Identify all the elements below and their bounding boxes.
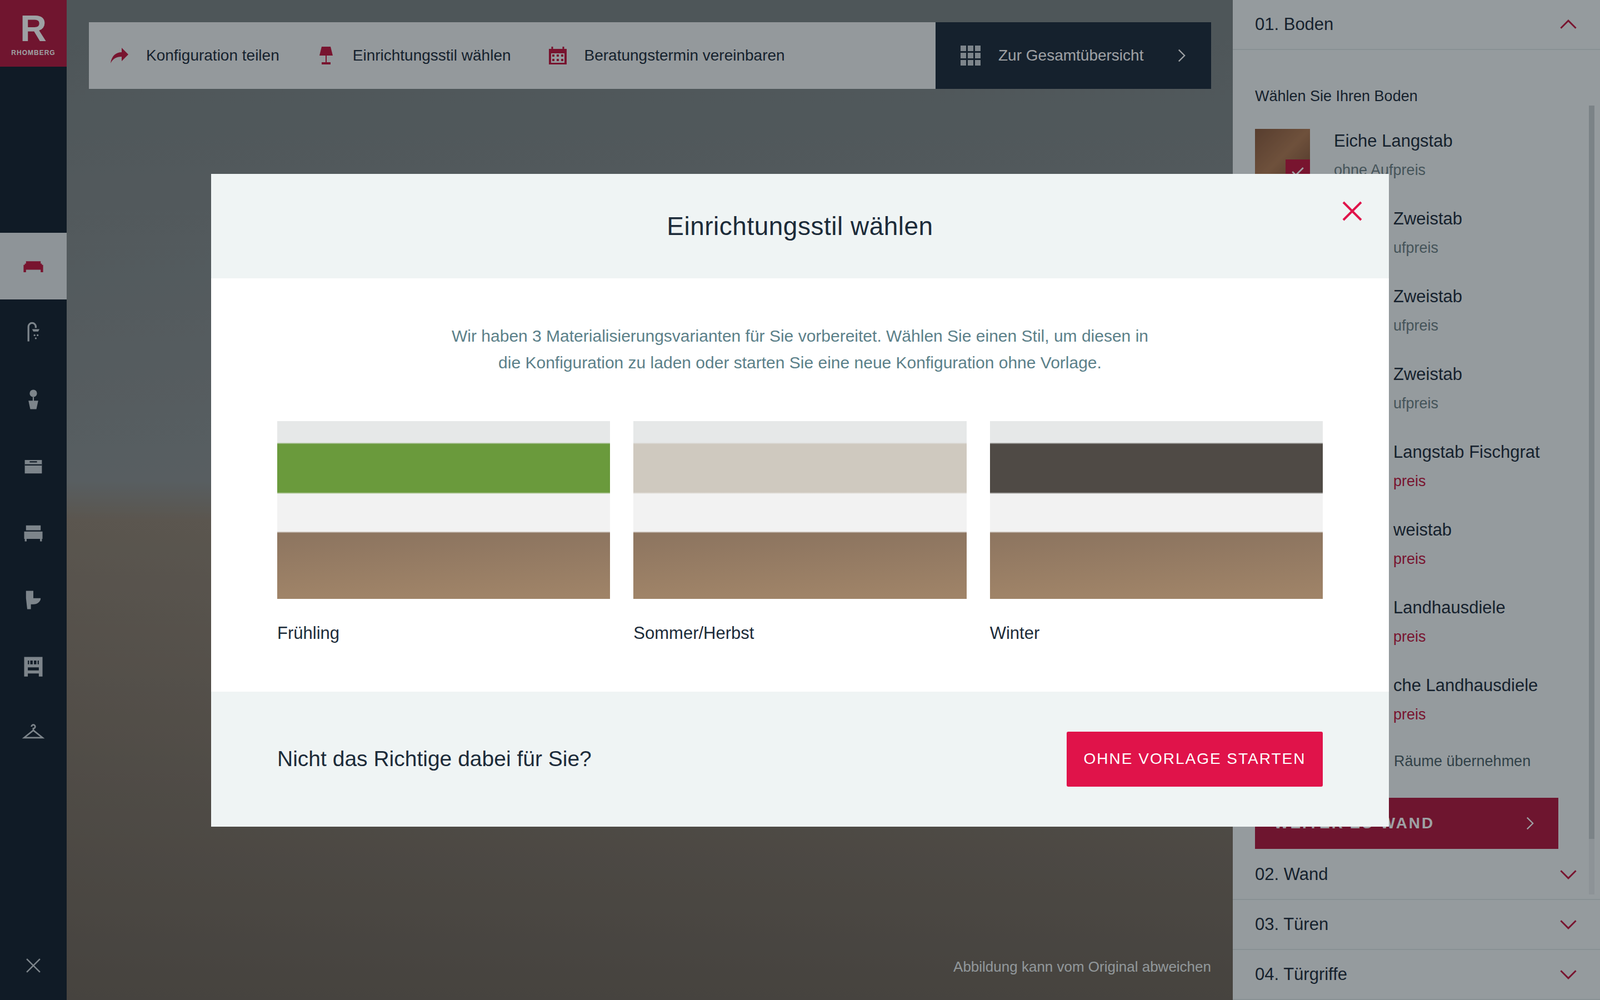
dialog-body: Wir haben 3 Materialisierungsvarianten f…: [211, 278, 1389, 692]
style-card[interactable]: Frühling: [277, 421, 610, 644]
modal-backdrop[interactable]: Einrichtungsstil wählen Wir haben 3 Mater…: [0, 0, 1600, 1000]
dialog-header: Einrichtungsstil wählen: [211, 173, 1389, 279]
style-label[interactable]: Sommer/Herbst: [633, 623, 967, 644]
dialog-intro: Wir haben 3 Materialisierungsvarianten f…: [451, 322, 1149, 377]
close-icon[interactable]: [1341, 200, 1364, 223]
start-blank-label[interactable]: OHNE VORLAGE STARTEN: [1083, 750, 1307, 768]
style-cards: Frühling Sommer/Herbst Winter: [277, 421, 1323, 644]
dialog-footer: Nicht das Richtige dabei für Sie? OHNE VO…: [211, 691, 1389, 827]
footer-question: Nicht das Richtige dabei für Sie?: [277, 746, 592, 772]
style-preview[interactable]: [277, 421, 610, 599]
intro-line: die Konfiguration zu laden oder starten …: [451, 349, 1149, 377]
style-card[interactable]: Sommer/Herbst: [633, 421, 967, 644]
start-blank-button[interactable]: OHNE VORLAGE STARTEN: [1066, 731, 1323, 787]
style-preview[interactable]: [633, 421, 967, 599]
style-card[interactable]: Winter: [990, 421, 1323, 644]
style-preview[interactable]: [990, 421, 1323, 599]
style-label[interactable]: Frühling: [277, 623, 610, 644]
style-label[interactable]: Winter: [990, 623, 1323, 644]
close-button[interactable]: [1341, 200, 1364, 223]
style-dialog: Einrichtungsstil wählen Wir haben 3 Mater…: [211, 173, 1389, 827]
dialog-title: Einrichtungsstil wählen: [666, 211, 933, 242]
intro-line: Wir haben 3 Materialisierungsvarianten f…: [451, 322, 1149, 350]
